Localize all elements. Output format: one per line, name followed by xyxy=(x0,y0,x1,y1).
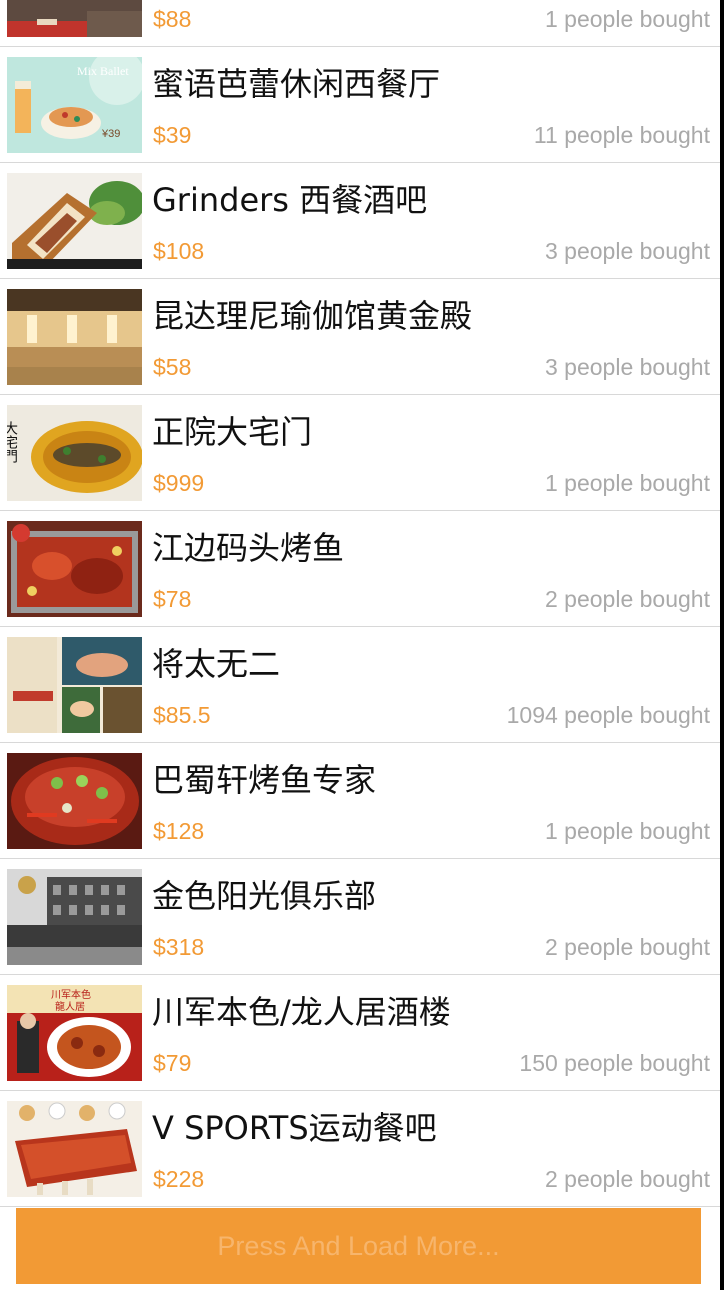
deal-row[interactable]: 江边码头烤鱼 $78 2 people bought xyxy=(0,511,720,627)
ribs-photo xyxy=(7,1101,142,1197)
club-building-photo xyxy=(7,869,142,965)
deal-thumbnail: 大宅門 xyxy=(7,405,142,501)
spicy-fish-photo xyxy=(7,753,142,849)
deal-bought-count: 1 people bought xyxy=(545,6,710,32)
deal-title: 金色阳光俱乐部 xyxy=(152,877,377,915)
deal-title: V SPORTS运动餐吧 xyxy=(152,1109,437,1147)
screen: $88 1 people bought Mix Ballet ¥39 蜜语芭蕾休… xyxy=(0,0,720,1290)
deal-bought-count: 1094 people bought xyxy=(506,702,710,728)
deal-price: $85.5 xyxy=(153,702,211,728)
deal-price: $228 xyxy=(153,1166,205,1192)
deal-row[interactable]: Mix Ballet ¥39 蜜语芭蕾休闲西餐厅 $39 11 people b… xyxy=(0,47,720,163)
deal-thumbnail xyxy=(7,0,142,37)
deal-bought-count: 11 people bought xyxy=(533,122,710,148)
poster-logo-text: Mix Ballet xyxy=(77,64,129,78)
deal-thumbnail xyxy=(7,289,142,385)
deal-price: $999 xyxy=(153,470,205,496)
deal-bought-count: 1 people bought xyxy=(545,818,710,844)
restaurant-photo xyxy=(7,0,142,37)
deal-title: Grinders 西餐酒吧 xyxy=(152,181,428,219)
deal-title: 昆达理尼瑜伽馆黄金殿 xyxy=(152,297,473,335)
yoga-hall-photo xyxy=(7,289,142,385)
deal-bought-count: 2 people bought xyxy=(545,586,710,612)
deal-bought-count: 3 people bought xyxy=(545,354,710,380)
deal-price: $58 xyxy=(153,354,192,380)
deal-thumbnail xyxy=(7,521,142,617)
deal-price: $39 xyxy=(153,122,192,148)
deal-price: $79 xyxy=(153,1050,192,1076)
poster-brand-text: 川军本色 xyxy=(51,988,91,1001)
grilled-fish-tray-photo xyxy=(7,521,142,617)
deal-row[interactable]: 将太无二 $85.5 1094 people bought xyxy=(0,627,720,743)
deal-price: $78 xyxy=(153,586,192,612)
deal-row[interactable]: V SPORTS运动餐吧 $228 2 people bought xyxy=(0,1091,720,1207)
deal-title: 将太无二 xyxy=(152,645,281,683)
deal-price: $88 xyxy=(153,6,192,32)
deal-bought-count: 2 people bought xyxy=(545,1166,710,1192)
chuanjun-poster: 川军本色 龍人居 xyxy=(7,985,142,1081)
deal-bought-count: 3 people bought xyxy=(545,238,710,264)
poster-brand-text: 龍人居 xyxy=(55,1000,85,1013)
deal-price: $108 xyxy=(153,238,205,264)
sushi-collage-photo xyxy=(7,637,142,733)
braised-fish-photo: 大宅門 xyxy=(7,405,142,501)
deal-thumbnail: Mix Ballet ¥39 xyxy=(7,57,142,153)
deal-title: 川军本色/龙人居酒楼 xyxy=(152,993,451,1031)
deal-list[interactable]: $88 1 people bought Mix Ballet ¥39 蜜语芭蕾休… xyxy=(0,0,720,1207)
deal-row[interactable]: 巴蜀轩烤鱼专家 $128 1 people bought xyxy=(0,743,720,859)
deal-row[interactable]: Grinders 西餐酒吧 $108 3 people bought xyxy=(0,163,720,279)
deal-thumbnail xyxy=(7,1101,142,1197)
deal-thumbnail xyxy=(7,753,142,849)
deal-price: $318 xyxy=(153,934,205,960)
deal-row[interactable]: 大宅門 正院大宅门 $999 1 people bought xyxy=(0,395,720,511)
deal-row[interactable]: 金色阳光俱乐部 $318 2 people bought xyxy=(0,859,720,975)
deal-thumbnail xyxy=(7,637,142,733)
sandwich-photo xyxy=(7,173,142,269)
deal-price: $128 xyxy=(153,818,205,844)
deal-title: 正院大宅门 xyxy=(152,413,313,451)
deal-thumbnail: 川军本色 龍人居 xyxy=(7,985,142,1081)
deal-bought-count: 150 people bought xyxy=(519,1050,710,1076)
deal-title: 巴蜀轩烤鱼专家 xyxy=(152,761,377,799)
mix-ballet-dessert-poster: Mix Ballet ¥39 xyxy=(7,57,142,153)
deal-thumbnail xyxy=(7,173,142,269)
load-more-button[interactable]: Press And Load More... xyxy=(16,1208,701,1284)
deal-thumbnail xyxy=(7,869,142,965)
deal-bought-count: 1 people bought xyxy=(545,470,710,496)
deal-title: 蜜语芭蕾休闲西餐厅 xyxy=(152,65,441,103)
poster-brand-text: 大宅門 xyxy=(7,421,18,464)
poster-price-text: ¥39 xyxy=(101,128,120,140)
deal-title: 江边码头烤鱼 xyxy=(152,529,345,567)
deal-row[interactable]: $88 1 people bought xyxy=(0,0,720,47)
deal-row[interactable]: 昆达理尼瑜伽馆黄金殿 $58 3 people bought xyxy=(0,279,720,395)
deal-bought-count: 2 people bought xyxy=(545,934,710,960)
deal-row[interactable]: 川军本色 龍人居 川军本色/龙人居酒楼 $79 150 people bough… xyxy=(0,975,720,1091)
